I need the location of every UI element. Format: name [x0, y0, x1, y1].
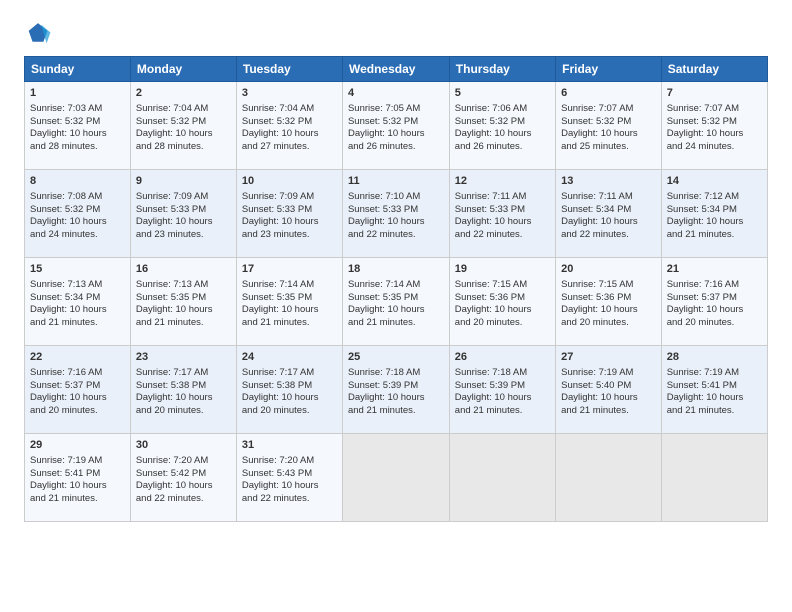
- day-number: 25: [348, 350, 444, 365]
- header: [24, 20, 768, 48]
- day-number: 11: [348, 174, 444, 189]
- header-day-monday: Monday: [130, 57, 236, 82]
- day-number: 29: [30, 438, 125, 453]
- calendar-table: SundayMondayTuesdayWednesdayThursdayFrid…: [24, 56, 768, 522]
- day-number: 31: [242, 438, 337, 453]
- day-number: 23: [136, 350, 231, 365]
- day-number: 5: [455, 86, 550, 101]
- day-number: 22: [30, 350, 125, 365]
- calendar-cell: [556, 434, 662, 522]
- day-number: 28: [667, 350, 762, 365]
- calendar-body: 1Sunrise: 7:03 AMSunset: 5:32 PMDaylight…: [25, 82, 768, 522]
- calendar-cell: 18Sunrise: 7:14 AMSunset: 5:35 PMDayligh…: [342, 258, 449, 346]
- day-number: 3: [242, 86, 337, 101]
- calendar-cell: 29Sunrise: 7:19 AMSunset: 5:41 PMDayligh…: [25, 434, 131, 522]
- calendar-cell: 14Sunrise: 7:12 AMSunset: 5:34 PMDayligh…: [661, 170, 767, 258]
- calendar-cell: 7Sunrise: 7:07 AMSunset: 5:32 PMDaylight…: [661, 82, 767, 170]
- day-number: 6: [561, 86, 656, 101]
- calendar-cell: 1Sunrise: 7:03 AMSunset: 5:32 PMDaylight…: [25, 82, 131, 170]
- calendar-cell: 5Sunrise: 7:06 AMSunset: 5:32 PMDaylight…: [449, 82, 555, 170]
- day-number: 16: [136, 262, 231, 277]
- calendar-cell: 10Sunrise: 7:09 AMSunset: 5:33 PMDayligh…: [236, 170, 342, 258]
- header-day-friday: Friday: [556, 57, 662, 82]
- calendar-week-5: 29Sunrise: 7:19 AMSunset: 5:41 PMDayligh…: [25, 434, 768, 522]
- day-number: 7: [667, 86, 762, 101]
- day-number: 15: [30, 262, 125, 277]
- calendar-week-1: 1Sunrise: 7:03 AMSunset: 5:32 PMDaylight…: [25, 82, 768, 170]
- header-row: SundayMondayTuesdayWednesdayThursdayFrid…: [25, 57, 768, 82]
- calendar-cell: 28Sunrise: 7:19 AMSunset: 5:41 PMDayligh…: [661, 346, 767, 434]
- calendar-cell: 11Sunrise: 7:10 AMSunset: 5:33 PMDayligh…: [342, 170, 449, 258]
- calendar-cell: 15Sunrise: 7:13 AMSunset: 5:34 PMDayligh…: [25, 258, 131, 346]
- day-number: 21: [667, 262, 762, 277]
- header-day-thursday: Thursday: [449, 57, 555, 82]
- header-day-saturday: Saturday: [661, 57, 767, 82]
- day-number: 13: [561, 174, 656, 189]
- calendar-cell: 8Sunrise: 7:08 AMSunset: 5:32 PMDaylight…: [25, 170, 131, 258]
- calendar-cell: 4Sunrise: 7:05 AMSunset: 5:32 PMDaylight…: [342, 82, 449, 170]
- day-number: 27: [561, 350, 656, 365]
- day-number: 2: [136, 86, 231, 101]
- calendar-cell: 19Sunrise: 7:15 AMSunset: 5:36 PMDayligh…: [449, 258, 555, 346]
- calendar-cell: 31Sunrise: 7:20 AMSunset: 5:43 PMDayligh…: [236, 434, 342, 522]
- calendar-cell: 30Sunrise: 7:20 AMSunset: 5:42 PMDayligh…: [130, 434, 236, 522]
- day-number: 9: [136, 174, 231, 189]
- calendar-cell: 13Sunrise: 7:11 AMSunset: 5:34 PMDayligh…: [556, 170, 662, 258]
- day-number: 24: [242, 350, 337, 365]
- day-number: 12: [455, 174, 550, 189]
- calendar-cell: 21Sunrise: 7:16 AMSunset: 5:37 PMDayligh…: [661, 258, 767, 346]
- header-day-sunday: Sunday: [25, 57, 131, 82]
- calendar-cell: 25Sunrise: 7:18 AMSunset: 5:39 PMDayligh…: [342, 346, 449, 434]
- calendar-cell: 26Sunrise: 7:18 AMSunset: 5:39 PMDayligh…: [449, 346, 555, 434]
- header-day-tuesday: Tuesday: [236, 57, 342, 82]
- calendar-cell: 2Sunrise: 7:04 AMSunset: 5:32 PMDaylight…: [130, 82, 236, 170]
- calendar-week-4: 22Sunrise: 7:16 AMSunset: 5:37 PMDayligh…: [25, 346, 768, 434]
- calendar-week-2: 8Sunrise: 7:08 AMSunset: 5:32 PMDaylight…: [25, 170, 768, 258]
- calendar-cell: 17Sunrise: 7:14 AMSunset: 5:35 PMDayligh…: [236, 258, 342, 346]
- logo-icon: [24, 20, 52, 48]
- day-number: 8: [30, 174, 125, 189]
- day-number: 14: [667, 174, 762, 189]
- calendar-cell: [449, 434, 555, 522]
- logo: [24, 20, 56, 48]
- calendar-cell: [342, 434, 449, 522]
- calendar-cell: 6Sunrise: 7:07 AMSunset: 5:32 PMDaylight…: [556, 82, 662, 170]
- page: SundayMondayTuesdayWednesdayThursdayFrid…: [0, 0, 792, 538]
- day-number: 10: [242, 174, 337, 189]
- calendar-cell: 22Sunrise: 7:16 AMSunset: 5:37 PMDayligh…: [25, 346, 131, 434]
- day-number: 18: [348, 262, 444, 277]
- calendar-cell: 16Sunrise: 7:13 AMSunset: 5:35 PMDayligh…: [130, 258, 236, 346]
- calendar-header: SundayMondayTuesdayWednesdayThursdayFrid…: [25, 57, 768, 82]
- day-number: 4: [348, 86, 444, 101]
- calendar-cell: 23Sunrise: 7:17 AMSunset: 5:38 PMDayligh…: [130, 346, 236, 434]
- day-number: 1: [30, 86, 125, 101]
- calendar-cell: [661, 434, 767, 522]
- day-number: 19: [455, 262, 550, 277]
- day-number: 30: [136, 438, 231, 453]
- calendar-cell: 3Sunrise: 7:04 AMSunset: 5:32 PMDaylight…: [236, 82, 342, 170]
- day-number: 20: [561, 262, 656, 277]
- header-day-wednesday: Wednesday: [342, 57, 449, 82]
- calendar-cell: 9Sunrise: 7:09 AMSunset: 5:33 PMDaylight…: [130, 170, 236, 258]
- day-number: 26: [455, 350, 550, 365]
- day-number: 17: [242, 262, 337, 277]
- calendar-cell: 24Sunrise: 7:17 AMSunset: 5:38 PMDayligh…: [236, 346, 342, 434]
- calendar-cell: 20Sunrise: 7:15 AMSunset: 5:36 PMDayligh…: [556, 258, 662, 346]
- calendar-cell: 27Sunrise: 7:19 AMSunset: 5:40 PMDayligh…: [556, 346, 662, 434]
- calendar-week-3: 15Sunrise: 7:13 AMSunset: 5:34 PMDayligh…: [25, 258, 768, 346]
- calendar-cell: 12Sunrise: 7:11 AMSunset: 5:33 PMDayligh…: [449, 170, 555, 258]
